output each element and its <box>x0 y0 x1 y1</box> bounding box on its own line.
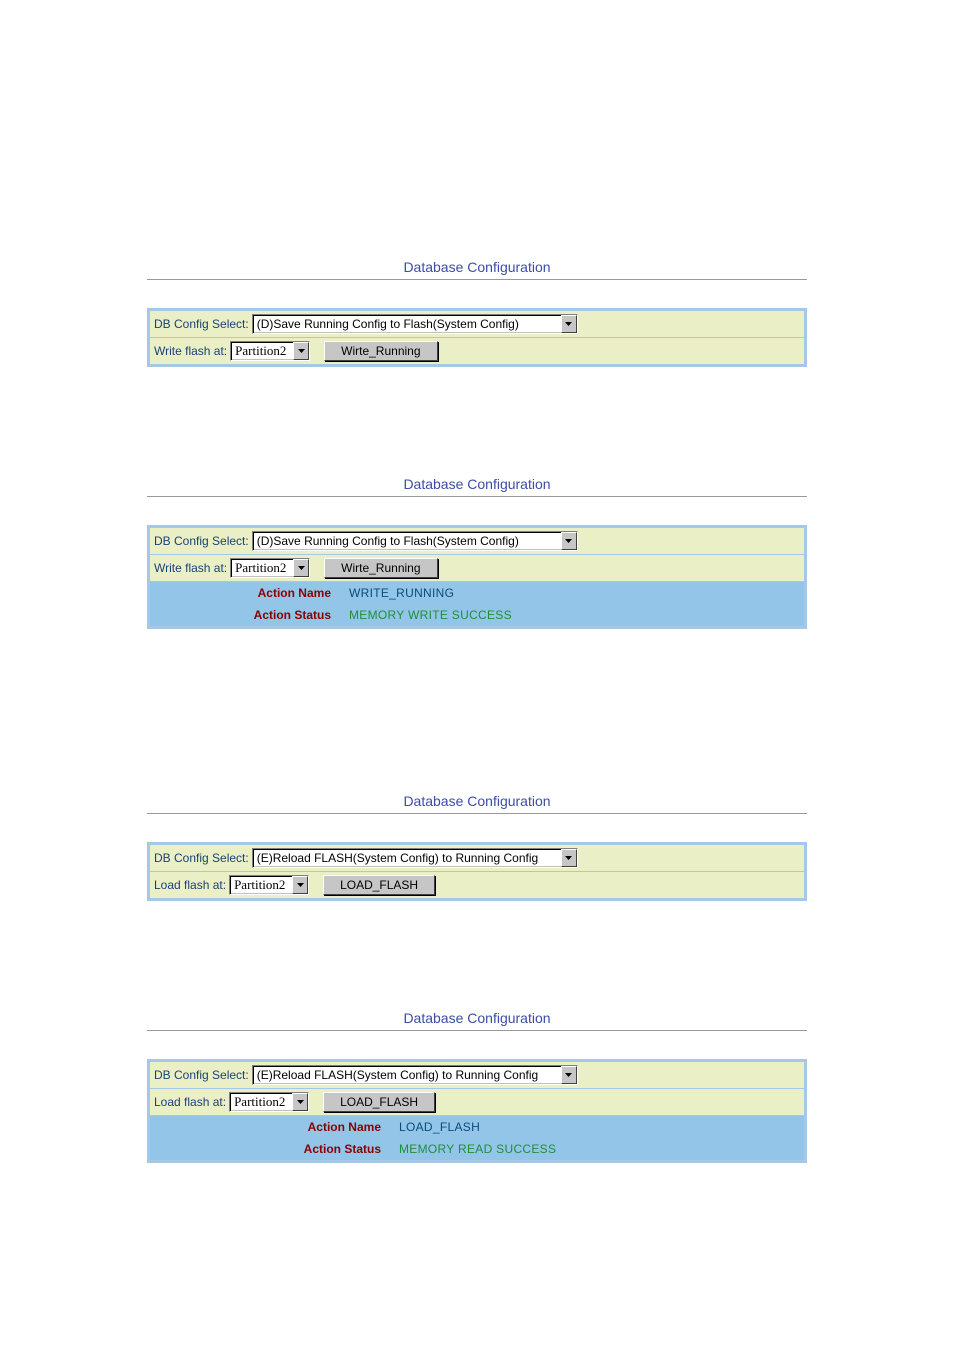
load-flash-label: Load flash at: <box>154 1095 226 1109</box>
partition-select[interactable]: Partition2 <box>230 558 310 578</box>
db-config-select-value: (D)Save Running Config to Flash(System C… <box>253 315 561 333</box>
db-config-select-label: DB Config Select: <box>154 534 249 548</box>
action-name-row: Action Name WRITE_RUNNING <box>150 582 804 604</box>
dropdown-arrow-icon <box>561 1066 577 1084</box>
db-config-select-label: DB Config Select: <box>154 1068 249 1082</box>
action-status-row: Action Status MEMORY WRITE SUCCESS <box>150 604 804 626</box>
db-config-select-value: (E)Reload FLASH(System Config) to Runnin… <box>253 849 561 867</box>
title-underline <box>147 279 807 280</box>
dropdown-arrow-icon <box>292 1093 308 1111</box>
db-config-select-row: DB Config Select: (E)Reload FLASH(System… <box>150 1062 804 1089</box>
title-block: Database Configuration <box>147 996 807 1031</box>
action-status-label: Action Status <box>154 608 349 622</box>
db-config-select-value: (D)Save Running Config to Flash(System C… <box>253 532 561 550</box>
config-panel: DB Config Select: (D)Save Running Config… <box>147 525 807 629</box>
db-config-select-dropdown[interactable]: (E)Reload FLASH(System Config) to Runnin… <box>252 848 578 868</box>
partition-select-value: Partition2 <box>230 1093 292 1111</box>
dropdown-arrow-icon <box>293 342 309 360</box>
page-title: Database Configuration <box>147 1006 807 1028</box>
dropdown-arrow-icon <box>561 532 577 550</box>
db-config-select-dropdown[interactable]: (D)Save Running Config to Flash(System C… <box>252 531 578 551</box>
dropdown-arrow-icon <box>561 849 577 867</box>
partition-select[interactable]: Partition2 <box>229 875 309 895</box>
write-flash-label: Write flash at: <box>154 344 227 358</box>
partition-select-value: Partition2 <box>230 876 292 894</box>
action-status-label: Action Status <box>154 1142 399 1156</box>
db-config-select-label: DB Config Select: <box>154 317 249 331</box>
title-underline <box>147 813 807 814</box>
db-config-section-1: Database Configuration DB Config Select:… <box>0 245 954 367</box>
load-flash-button[interactable]: LOAD_FLASH <box>323 875 435 895</box>
load-flash-button[interactable]: LOAD_FLASH <box>323 1092 435 1112</box>
action-status-value: MEMORY READ SUCCESS <box>399 1142 556 1156</box>
config-panel: DB Config Select: (D)Save Running Config… <box>147 308 807 367</box>
action-name-label: Action Name <box>154 1120 399 1134</box>
config-panel: DB Config Select: (E)Reload FLASH(System… <box>147 842 807 901</box>
dropdown-arrow-icon <box>561 315 577 333</box>
config-panel: DB Config Select: (E)Reload FLASH(System… <box>147 1059 807 1163</box>
db-config-select-value: (E)Reload FLASH(System Config) to Runnin… <box>253 1066 561 1084</box>
action-status-value: MEMORY WRITE SUCCESS <box>349 608 512 622</box>
action-status-row: Action Status MEMORY READ SUCCESS <box>150 1138 804 1160</box>
action-name-label: Action Name <box>154 586 349 600</box>
page-title: Database Configuration <box>147 255 807 277</box>
title-block: Database Configuration <box>147 245 807 280</box>
action-name-value: WRITE_RUNNING <box>349 586 454 600</box>
title-underline <box>147 1030 807 1031</box>
title-block: Database Configuration <box>147 462 807 497</box>
partition-select[interactable]: Partition2 <box>229 1092 309 1112</box>
load-flash-label: Load flash at: <box>154 878 226 892</box>
page-title: Database Configuration <box>147 472 807 494</box>
load-flash-row: Load flash at: Partition2 LOAD_FLASH <box>150 1089 804 1116</box>
db-config-select-row: DB Config Select: (E)Reload FLASH(System… <box>150 845 804 872</box>
db-config-select-row: DB Config Select: (D)Save Running Config… <box>150 528 804 555</box>
partition-select-value: Partition2 <box>231 559 293 577</box>
page-title: Database Configuration <box>147 789 807 811</box>
action-name-value: LOAD_FLASH <box>399 1120 480 1134</box>
db-config-select-dropdown[interactable]: (E)Reload FLASH(System Config) to Runnin… <box>252 1065 578 1085</box>
partition-select-value: Partition2 <box>231 342 293 360</box>
db-config-select-label: DB Config Select: <box>154 851 249 865</box>
write-running-button[interactable]: Wirte_Running <box>324 558 437 578</box>
db-config-section-4: Database Configuration DB Config Select:… <box>0 996 954 1163</box>
action-name-row: Action Name LOAD_FLASH <box>150 1116 804 1138</box>
db-config-section-3: Database Configuration DB Config Select:… <box>0 779 954 901</box>
write-flash-row: Write flash at: Partition2 Wirte_Running <box>150 338 804 364</box>
title-block: Database Configuration <box>147 779 807 814</box>
write-flash-row: Write flash at: Partition2 Wirte_Running <box>150 555 804 582</box>
dropdown-arrow-icon <box>292 876 308 894</box>
dropdown-arrow-icon <box>293 559 309 577</box>
db-config-section-2: Database Configuration DB Config Select:… <box>0 462 954 629</box>
db-config-select-row: DB Config Select: (D)Save Running Config… <box>150 311 804 338</box>
partition-select[interactable]: Partition2 <box>230 341 310 361</box>
title-underline <box>147 496 807 497</box>
write-running-button[interactable]: Wirte_Running <box>324 341 437 361</box>
load-flash-row: Load flash at: Partition2 LOAD_FLASH <box>150 872 804 898</box>
write-flash-label: Write flash at: <box>154 561 227 575</box>
db-config-select-dropdown[interactable]: (D)Save Running Config to Flash(System C… <box>252 314 578 334</box>
